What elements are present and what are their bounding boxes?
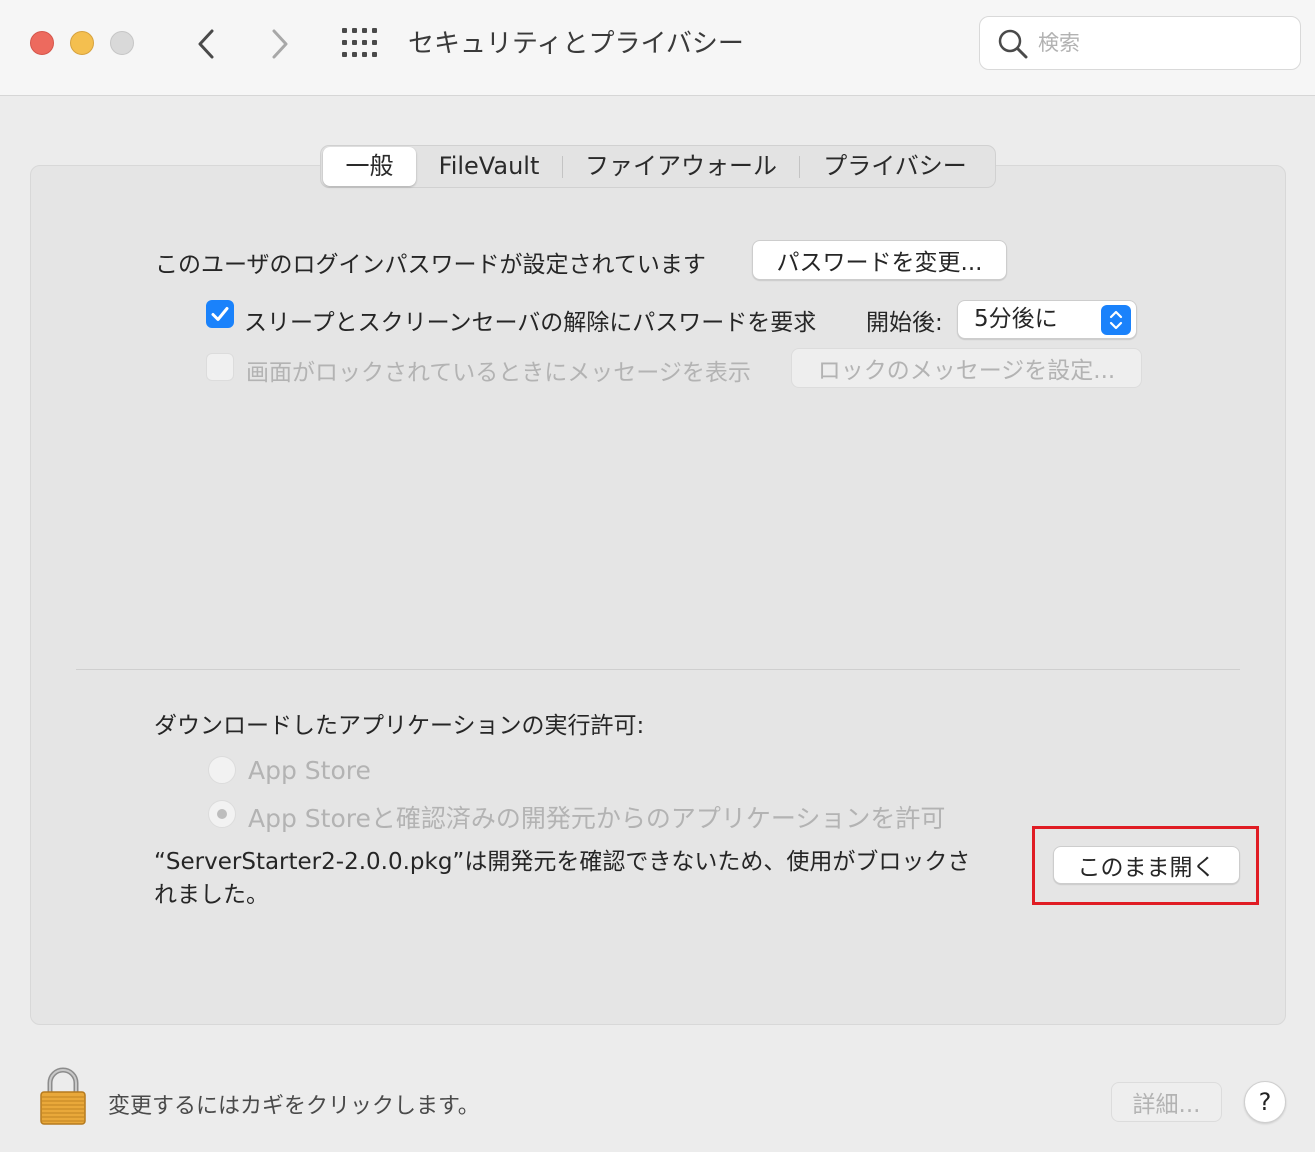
require-password-checkbox[interactable] [206,300,234,328]
radio-app-store[interactable] [208,756,236,784]
section-divider [76,669,1240,670]
show-message-label: 画面がロックされているときにメッセージを表示 [246,360,751,386]
advanced-button[interactable]: 詳細... [1111,1082,1222,1122]
minimize-window-button[interactable] [70,31,94,55]
back-button[interactable] [186,24,226,64]
allow-apps-heading: ダウンロードしたアプリケーションの実行許可: [154,713,645,739]
grid-icon [342,28,377,57]
highlight-box [1032,826,1259,905]
tab-bar: 一般 FileVault ファイアウォール プライバシー [320,145,996,188]
lock-button[interactable] [38,1066,88,1126]
window-title: セキュリティとプライバシー [408,29,744,59]
radio-app-store-identified-label: App Storeと確認済みの開発元からのアプリケーションを許可 [248,804,946,833]
show-all-button[interactable] [340,26,382,60]
zoom-window-button[interactable] [110,31,134,55]
blocked-message-line2: れました。 [154,882,269,908]
radio-selected-dot [217,809,227,819]
lock-hint-text: 変更するにはカギをクリックします。 [108,1094,480,1119]
title-bar: セキュリティとプライバシー [0,0,1315,96]
login-password-text: このユーザのログインパスワードが設定されています [155,252,706,278]
lock-icon [40,1067,86,1125]
tab-filevault[interactable]: FileVault [416,147,562,186]
blocked-app-message: “ServerStarter2-2.0.0.pkg”は開発元を確認できないため、… [154,846,1024,912]
start-after-value: 5分後に [974,306,1058,332]
set-lock-message-button[interactable]: ロックのメッセージを設定... [791,348,1142,388]
change-password-button[interactable]: パスワードを変更... [752,240,1007,280]
radio-app-store-identified[interactable] [208,800,236,828]
forward-button[interactable] [260,24,300,64]
tab-firewall[interactable]: ファイアウォール [563,147,799,186]
search-input[interactable] [1038,25,1288,61]
chevron-left-icon [198,29,214,59]
show-message-checkbox[interactable] [206,353,234,381]
system-preferences-window: セキュリティとプライバシー 一般 FileVault ファイアウォール プライバ… [0,0,1315,1152]
close-window-button[interactable] [30,31,54,55]
start-after-label: 開始後: [866,310,943,336]
search-field[interactable] [979,16,1301,70]
checkmark-icon [211,307,229,321]
radio-app-store-label: App Store [248,756,371,785]
search-icon [998,29,1028,59]
chevron-right-icon [272,29,288,59]
help-button[interactable]: ? [1244,1081,1286,1123]
tab-general[interactable]: 一般 [323,147,416,186]
start-after-select[interactable]: 5分後に [957,300,1137,339]
require-password-label: スリープとスクリーンセーバの解除にパスワードを要求 [244,310,817,336]
tab-privacy[interactable]: プライバシー [800,147,990,186]
blocked-message-line1: “ServerStarter2-2.0.0.pkg”は開発元を確認できないため、… [154,849,971,875]
updown-chevron-icon [1101,305,1131,335]
